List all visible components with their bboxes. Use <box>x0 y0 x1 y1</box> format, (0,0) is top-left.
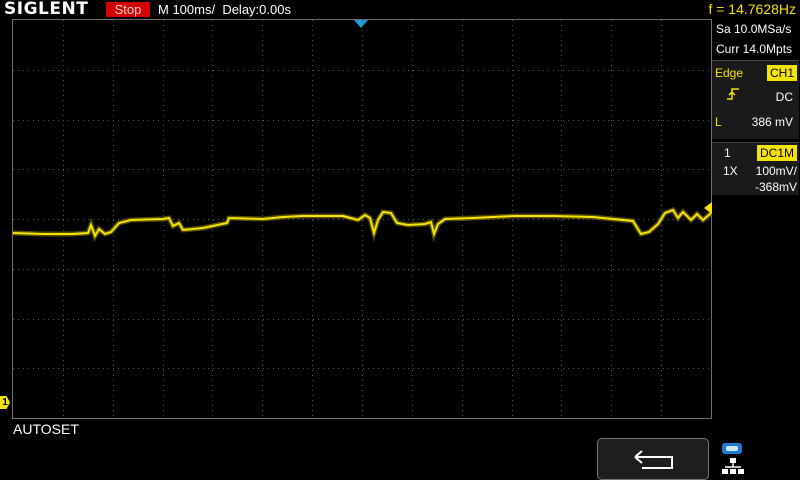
trigger-type-label: Edge <box>715 66 744 80</box>
memory-depth: Curr 14.0Mpts <box>716 42 793 56</box>
trigger-panel[interactable]: Edge CH1 DC L 386 mV <box>712 60 799 139</box>
channel-coupling-badge: DC1M <box>756 145 797 161</box>
trigger-level-value: 386 mV <box>751 115 793 129</box>
return-arrow-icon <box>634 450 673 469</box>
waveform-display[interactable] <box>12 19 712 419</box>
delay-value: Delay:0.00s <box>222 2 291 17</box>
channel-1-offset-marker[interactable]: 1 <box>0 396 10 409</box>
graticule <box>13 20 711 418</box>
run-stop-badge[interactable]: Stop <box>106 2 150 17</box>
timebase-value: M 100ms/ <box>158 2 216 17</box>
channel-number: 1 <box>724 146 731 160</box>
status-bar: SIGLENT Stop M 100ms/ Delay:0.00s f = 14… <box>0 0 800 19</box>
sample-rate: Sa 10.0MSa/s <box>716 22 792 36</box>
trigger-level-marker[interactable] <box>704 202 712 214</box>
brand-logo: SIGLENT <box>4 0 89 19</box>
vertical-offset: -368mV <box>754 180 797 194</box>
waveform-trace <box>13 206 711 243</box>
back-button[interactable] <box>597 438 709 480</box>
frequency-counter: f = 14.7628Hz <box>708 1 796 17</box>
trigger-source-badge: CH1 <box>766 65 797 81</box>
probe-attenuation: 1X <box>723 164 738 178</box>
trigger-coupling: DC <box>775 90 793 104</box>
channel-1-panel[interactable]: 1 DC1M 1X 100mV/ -368mV <box>712 142 799 195</box>
usb-network-icon[interactable] <box>721 441 745 479</box>
timebase-readout[interactable]: M 100ms/ Delay:0.00s <box>158 0 291 19</box>
acquisition-panel: Sa 10.0MSa/s Curr 14.0Mpts <box>712 19 800 59</box>
trigger-level-label: L <box>715 115 722 129</box>
status-message: AUTOSET <box>13 421 79 437</box>
rising-edge-icon <box>727 88 739 100</box>
vertical-scale: 100mV/ <box>755 164 797 178</box>
